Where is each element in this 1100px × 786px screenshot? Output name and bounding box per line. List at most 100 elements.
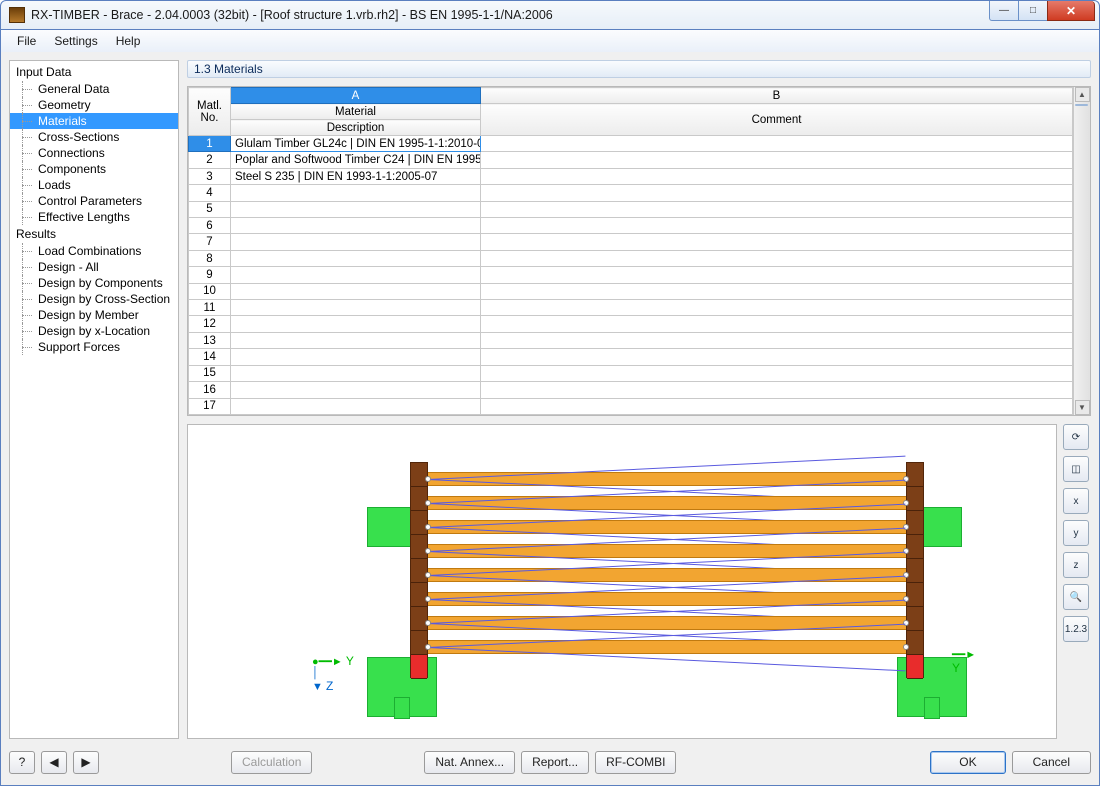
row-number[interactable]: 17 xyxy=(189,398,231,415)
cell-comment[interactable] xyxy=(481,283,1073,299)
table-row[interactable]: 1Glulam Timber GL24c | DIN EN 1995-1-1:2… xyxy=(189,136,1073,152)
row-number[interactable]: 3 xyxy=(189,168,231,184)
row-number[interactable]: 12 xyxy=(189,316,231,332)
row-number[interactable]: 5 xyxy=(189,201,231,217)
table-row[interactable]: 3Steel S 235 | DIN EN 1993-1-1:2005-07 xyxy=(189,168,1073,184)
tree-item-design-cross-section[interactable]: Design by Cross-Section xyxy=(10,291,178,307)
tree-item-cross-sections[interactable]: Cross-Sections xyxy=(10,129,178,145)
cell-description[interactable] xyxy=(231,300,481,316)
tree-item-control-parameters[interactable]: Control Parameters xyxy=(10,193,178,209)
row-number[interactable]: 8 xyxy=(189,250,231,266)
cell-description[interactable] xyxy=(231,316,481,332)
cell-comment[interactable] xyxy=(481,201,1073,217)
view-refresh-button[interactable]: ⟳ xyxy=(1063,424,1089,450)
row-number[interactable]: 4 xyxy=(189,185,231,201)
menu-file[interactable]: File xyxy=(9,32,44,50)
table-row[interactable]: 10 xyxy=(189,283,1073,299)
model-viewport[interactable]: ●━━► Y│▼ Z━━► Y xyxy=(187,424,1057,739)
tree-item-loads[interactable]: Loads xyxy=(10,177,178,193)
menu-settings[interactable]: Settings xyxy=(46,32,105,50)
view-x-button[interactable]: x xyxy=(1063,488,1089,514)
materials-table[interactable]: Matl. No. A B Material Comment Descripti… xyxy=(188,87,1073,415)
cell-comment[interactable] xyxy=(481,136,1073,152)
scroll-thumb[interactable] xyxy=(1075,104,1088,106)
tree-item-design-xlocation[interactable]: Design by x-Location xyxy=(10,323,178,339)
cell-comment[interactable] xyxy=(481,267,1073,283)
row-number[interactable]: 14 xyxy=(189,349,231,365)
tree-item-materials[interactable]: Materials xyxy=(10,113,178,129)
scroll-down-icon[interactable]: ▼ xyxy=(1075,400,1090,415)
view-z-button[interactable]: z xyxy=(1063,552,1089,578)
table-row[interactable]: 7 xyxy=(189,234,1073,250)
view-zoom-button[interactable]: 🔍 xyxy=(1063,584,1089,610)
row-number[interactable]: 2 xyxy=(189,152,231,168)
scroll-up-icon[interactable]: ▲ xyxy=(1075,87,1090,102)
table-row[interactable]: 13 xyxy=(189,332,1073,348)
tree-item-components[interactable]: Components xyxy=(10,161,178,177)
cell-comment[interactable] xyxy=(481,332,1073,348)
tree-item-load-combinations[interactable]: Load Combinations xyxy=(10,243,178,259)
tree-item-design-member[interactable]: Design by Member xyxy=(10,307,178,323)
cancel-button[interactable]: Cancel xyxy=(1012,751,1091,774)
cell-description[interactable]: Poplar and Softwood Timber C24 | DIN EN … xyxy=(231,152,481,168)
cell-description[interactable] xyxy=(231,218,481,234)
view-numbers-button[interactable]: 1.2.3 xyxy=(1063,616,1089,642)
tree-item-effective-lengths[interactable]: Effective Lengths xyxy=(10,209,178,225)
table-row[interactable]: 11 xyxy=(189,300,1073,316)
tree-item-connections[interactable]: Connections xyxy=(10,145,178,161)
table-row[interactable]: 8 xyxy=(189,250,1073,266)
table-row[interactable]: 15 xyxy=(189,365,1073,381)
help-button[interactable]: ? xyxy=(9,751,35,774)
calculation-button[interactable]: Calculation xyxy=(231,751,312,774)
cell-comment[interactable] xyxy=(481,382,1073,398)
menu-help[interactable]: Help xyxy=(108,32,149,50)
cell-description[interactable] xyxy=(231,234,481,250)
cell-description[interactable] xyxy=(231,250,481,266)
row-number[interactable]: 11 xyxy=(189,300,231,316)
table-row[interactable]: 6 xyxy=(189,218,1073,234)
next-table-button[interactable]: ▶ xyxy=(73,751,99,774)
cell-comment[interactable] xyxy=(481,398,1073,415)
cell-comment[interactable] xyxy=(481,365,1073,381)
row-number[interactable]: 10 xyxy=(189,283,231,299)
cell-description[interactable] xyxy=(231,332,481,348)
col-head-B[interactable]: B xyxy=(481,88,1073,104)
cell-description[interactable]: Steel S 235 | DIN EN 1993-1-1:2005-07 xyxy=(231,168,481,184)
row-number[interactable]: 15 xyxy=(189,365,231,381)
cell-comment[interactable] xyxy=(481,349,1073,365)
report-button[interactable]: Report... xyxy=(521,751,589,774)
nat-annex-button[interactable]: Nat. Annex... xyxy=(424,751,515,774)
table-row[interactable]: 4 xyxy=(189,185,1073,201)
row-number[interactable]: 9 xyxy=(189,267,231,283)
table-row[interactable]: 5 xyxy=(189,201,1073,217)
cell-comment[interactable] xyxy=(481,218,1073,234)
view-y-button[interactable]: y xyxy=(1063,520,1089,546)
table-row[interactable]: 16 xyxy=(189,382,1073,398)
row-number[interactable]: 1 xyxy=(189,136,231,152)
row-number[interactable]: 16 xyxy=(189,382,231,398)
ok-button[interactable]: OK xyxy=(930,751,1005,774)
row-number[interactable]: 13 xyxy=(189,332,231,348)
cell-comment[interactable] xyxy=(481,250,1073,266)
row-number[interactable]: 7 xyxy=(189,234,231,250)
cell-comment[interactable] xyxy=(481,234,1073,250)
tree-item-design-all[interactable]: Design - All xyxy=(10,259,178,275)
cell-description[interactable]: Glulam Timber GL24c | DIN EN 1995-1-1:20… xyxy=(231,136,481,152)
table-row[interactable]: 14 xyxy=(189,349,1073,365)
tree-item-support-forces[interactable]: Support Forces xyxy=(10,339,178,355)
table-row[interactable]: 17 xyxy=(189,398,1073,415)
close-button[interactable]: ✕ xyxy=(1047,1,1095,21)
table-scrollbar[interactable]: ▲ ▼ xyxy=(1073,87,1090,415)
table-row[interactable]: 9 xyxy=(189,267,1073,283)
col-head-A[interactable]: A xyxy=(231,88,481,104)
prev-table-button[interactable]: ◀ xyxy=(41,751,67,774)
cell-description[interactable] xyxy=(231,267,481,283)
tree-item-design-components[interactable]: Design by Components xyxy=(10,275,178,291)
cell-description[interactable] xyxy=(231,349,481,365)
cell-description[interactable] xyxy=(231,201,481,217)
cell-comment[interactable] xyxy=(481,185,1073,201)
cell-comment[interactable] xyxy=(481,152,1073,168)
cell-description[interactable] xyxy=(231,382,481,398)
cell-description[interactable] xyxy=(231,398,481,415)
minimize-button[interactable]: — xyxy=(989,1,1019,21)
